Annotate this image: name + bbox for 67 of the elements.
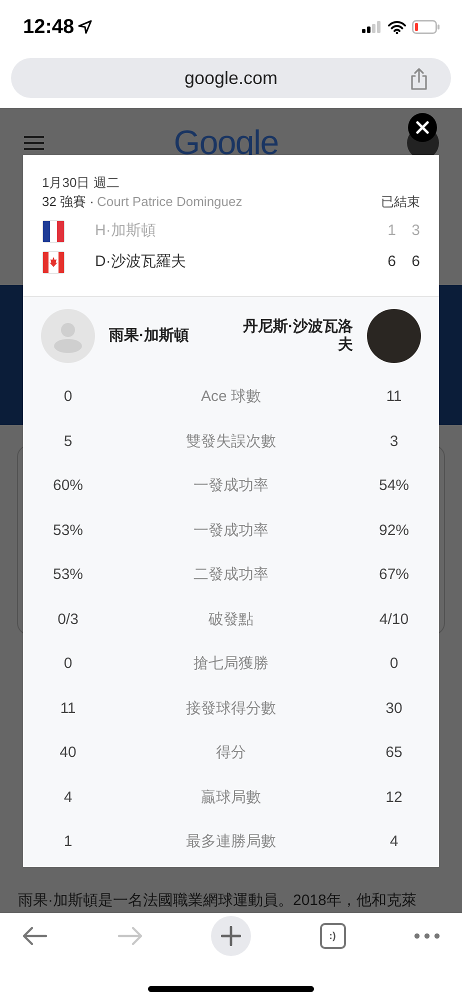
set-score: 6 — [410, 252, 420, 272]
new-tab-button[interactable] — [211, 916, 251, 956]
player-photo — [367, 309, 421, 363]
stat-value: 11 — [59, 698, 77, 718]
stat-value: 0/3 — [56, 610, 80, 630]
stat-value: 60% — [52, 476, 84, 496]
close-button[interactable] — [408, 113, 437, 142]
stat-value: 4/10 — [378, 610, 410, 630]
avatar-placeholder-icon — [41, 309, 95, 363]
stat-value: 65 — [384, 743, 404, 763]
set-score: 6 — [386, 252, 396, 272]
stat-value: 1 — [62, 832, 74, 852]
stat-value: 12 — [384, 788, 404, 808]
stat-value: 40 — [58, 743, 78, 763]
menu-icon[interactable] — [23, 135, 45, 151]
battery-icon — [412, 20, 440, 34]
close-icon — [416, 121, 429, 134]
stat-label: 一發成功率 — [192, 476, 270, 496]
stat-value: 4 — [62, 788, 74, 808]
location-arrow-icon — [78, 20, 92, 34]
address-bar[interactable]: google.com — [11, 58, 451, 98]
stat-label: 得分 — [215, 743, 247, 763]
stat-value: 53% — [52, 565, 84, 585]
stat-value: 0 — [388, 654, 400, 674]
match-date: 1月30日 週二 — [42, 174, 120, 192]
venue-label: Court Patrice Dominguez — [97, 194, 242, 209]
wifi-icon — [388, 20, 406, 34]
plus-icon — [221, 926, 241, 946]
round-label: 32 強賽 · — [42, 194, 94, 209]
set-score: 3 — [410, 220, 420, 241]
stat-value: 54% — [378, 476, 410, 496]
player-name: D·沙波瓦羅夫 — [95, 252, 187, 272]
player-name: 雨果·加斯頓 — [109, 326, 189, 346]
stat-label: 破發點 — [208, 610, 254, 630]
stat-value: 3 — [388, 432, 400, 452]
stat-label: 最多連勝局數 — [185, 832, 277, 852]
match-status: 已結束 — [381, 193, 420, 211]
stat-label: 雙發失誤次數 — [185, 432, 277, 452]
stat-value: 4 — [388, 832, 400, 852]
stat-value: 30 — [384, 698, 404, 718]
stat-label: 接發球得分數 — [185, 698, 277, 718]
share-icon[interactable] — [409, 67, 429, 91]
stat-value: 92% — [378, 520, 410, 540]
stat-value: 5 — [62, 432, 74, 452]
canada-flag-icon — [42, 250, 65, 274]
stat-label: 一發成功率 — [192, 520, 270, 540]
stat-value: 11 — [385, 387, 403, 407]
player-name: 丹尼斯·沙波瓦洛夫 — [242, 318, 353, 354]
stat-label: 二發成功率 — [192, 565, 270, 585]
france-flag-icon — [42, 220, 65, 242]
more-icon[interactable] — [414, 933, 440, 939]
stat-label: Ace 球數 — [200, 387, 262, 407]
stat-value: 0 — [62, 654, 74, 674]
stat-value: 67% — [378, 565, 410, 585]
tabs-button[interactable]: :) — [320, 923, 346, 949]
signal-icon — [362, 21, 382, 33]
stat-value: 0 — [62, 387, 74, 407]
player-name: H·加斯頓 — [95, 220, 157, 241]
google-logo: Google — [174, 122, 278, 164]
back-icon[interactable] — [22, 926, 48, 946]
stat-label: 贏球局數 — [200, 788, 262, 808]
stat-label: 搶七局獲勝 — [192, 654, 270, 674]
set-score: 1 — [386, 220, 396, 241]
description-text: 雨果·加斯頓是一名法國職業網球運動員。2018年，他和克萊 — [18, 892, 416, 910]
status-time: 12:48 — [23, 15, 74, 40]
stat-value: 53% — [52, 520, 84, 540]
url-text: google.com — [184, 66, 278, 90]
